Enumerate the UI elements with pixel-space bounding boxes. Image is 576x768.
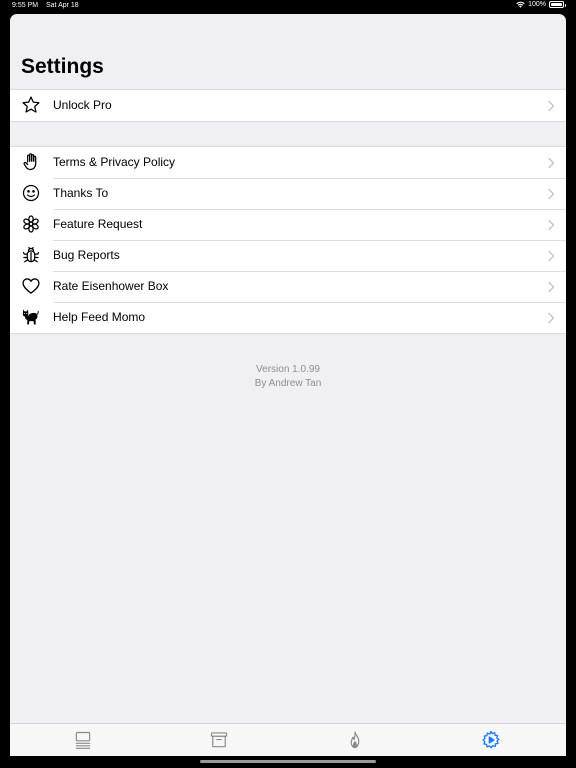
bug-icon (21, 245, 41, 265)
smiley-icon (21, 183, 41, 203)
help-feed-momo-row[interactable]: Help Feed Momo (10, 302, 566, 333)
flower-icon (21, 214, 41, 234)
terms-privacy-row[interactable]: Terms & Privacy Policy (10, 147, 566, 178)
list-icon (75, 731, 91, 749)
tab-settings[interactable] (481, 730, 501, 750)
version-text: Version 1.0.99 (256, 364, 320, 375)
app-info: Version 1.0.99 By Andrew Tan (10, 363, 566, 391)
battery-percent: 100% (528, 1, 546, 8)
settings-gear-icon (482, 730, 500, 749)
heart-icon (21, 276, 41, 296)
flame-icon (350, 731, 360, 749)
links-section: Terms & Privacy Policy Thanks To Feature… (10, 146, 566, 334)
status-date: Sat Apr 18 (46, 2, 79, 9)
status-bar: 9:55 PM Sat Apr 18 100% (0, 0, 576, 13)
help-feed-momo-label: Help Feed Momo (53, 310, 146, 324)
rate-app-row[interactable]: Rate Eisenhower Box (10, 271, 566, 302)
thanks-to-row[interactable]: Thanks To (10, 178, 566, 209)
battery-fill (551, 3, 562, 6)
chevron-right-icon (548, 100, 555, 112)
status-right: 100% (516, 1, 566, 8)
unlock-pro-row[interactable]: Unlock Pro (10, 90, 566, 121)
bug-reports-row[interactable]: Bug Reports (10, 240, 566, 271)
cat-icon (21, 307, 41, 327)
tab-focus[interactable] (345, 730, 365, 750)
unlock-pro-label: Unlock Pro (53, 98, 112, 112)
author-text: By Andrew Tan (254, 378, 322, 389)
rate-app-label: Rate Eisenhower Box (53, 279, 169, 293)
chevron-right-icon (548, 250, 555, 262)
chevron-right-icon (548, 219, 555, 231)
wifi-icon (516, 1, 525, 8)
chevron-right-icon (548, 281, 555, 293)
status-time: 9:55 PM (12, 2, 39, 9)
bug-reports-label: Bug Reports (53, 248, 120, 262)
hand-icon (21, 152, 41, 172)
feature-request-label: Feature Request (53, 217, 143, 231)
chevron-right-icon (548, 188, 555, 200)
tab-tasks[interactable] (73, 730, 93, 750)
battery-icon (549, 1, 566, 8)
archive-icon (210, 732, 228, 748)
pro-section: Unlock Pro (10, 89, 566, 122)
home-indicator[interactable] (200, 760, 376, 763)
page-title: Settings (21, 55, 104, 78)
feature-request-row[interactable]: Feature Request (10, 209, 566, 240)
thanks-to-label: Thanks To (53, 186, 109, 200)
terms-privacy-label: Terms & Privacy Policy (53, 155, 176, 169)
star-icon (21, 95, 41, 115)
chevron-right-icon (548, 157, 555, 169)
tab-bar (10, 723, 566, 756)
tab-archive[interactable] (209, 730, 229, 750)
chevron-right-icon (548, 312, 555, 324)
app-window: Settings Unlock Pro Terms & Privacy Poli… (10, 14, 566, 756)
